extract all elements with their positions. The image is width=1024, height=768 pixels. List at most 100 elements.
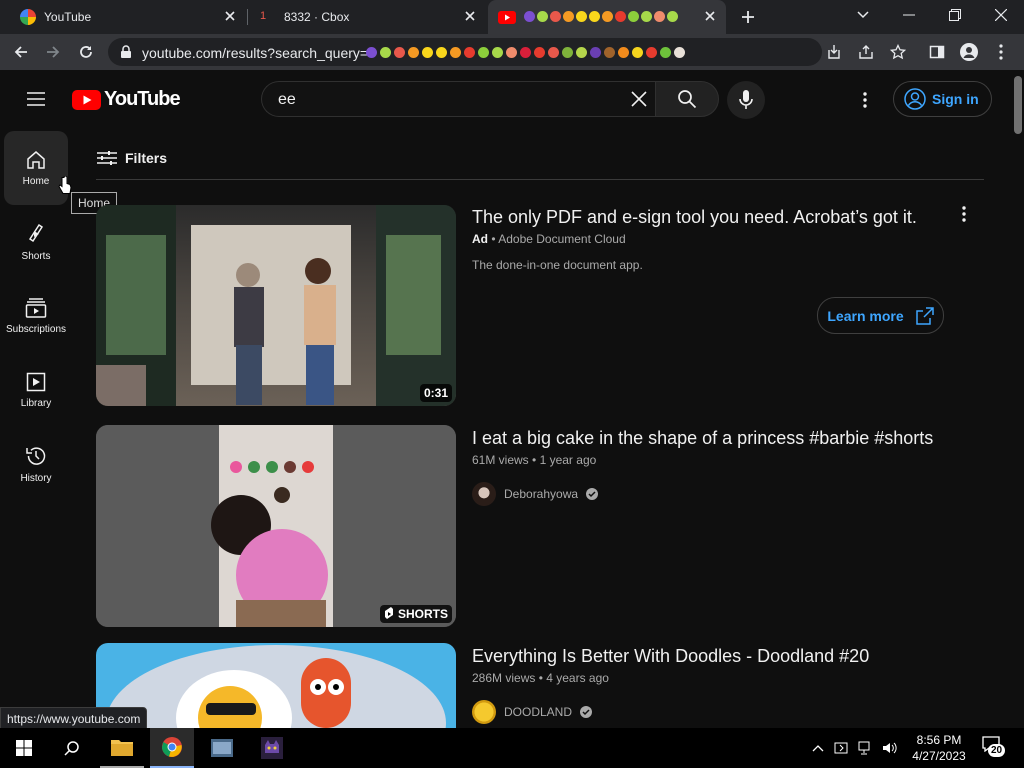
tab-youtube-results[interactable] (488, 0, 726, 34)
plus-icon (742, 11, 754, 23)
subscriptions-icon (25, 297, 47, 318)
shorts-icon (28, 223, 44, 242)
emoji-icon (464, 46, 475, 58)
close-window-button[interactable] (978, 0, 1024, 30)
profile-button[interactable] (954, 37, 984, 67)
youtube-logo[interactable]: YouTube (72, 88, 181, 111)
thumbnail-image (96, 425, 456, 627)
page-scrollbar[interactable] (1012, 70, 1024, 728)
learn-more-label: Learn more (827, 307, 904, 324)
bookmark-star-icon[interactable] (890, 44, 906, 60)
emoji-icon (604, 46, 615, 58)
ad-menu-button[interactable] (946, 203, 982, 225)
guide-item-history[interactable]: History (4, 427, 68, 501)
tab-title: 8332 · Cbox (284, 10, 350, 24)
filters-label: Filters (125, 150, 168, 166)
reload-button[interactable] (71, 37, 101, 67)
emoji-icon (628, 11, 639, 22)
microphone-icon (739, 90, 753, 109)
thumbnail-image (96, 205, 456, 406)
search-icon (64, 741, 79, 756)
home-icon (27, 150, 45, 169)
windows-taskbar: 8:56 PM 4/27/2023 20 (0, 728, 1024, 768)
shorts-badge-label: SHORTS (397, 607, 448, 621)
browser-menu-button[interactable] (986, 37, 1016, 67)
restore-button[interactable] (932, 0, 978, 30)
battery-saver-icon[interactable] (834, 741, 850, 755)
emoji-icon (654, 11, 665, 22)
ad-video-thumbnail[interactable]: 0:31 (96, 205, 456, 406)
emoji-icon (589, 11, 600, 22)
side-panel-button[interactable] (922, 37, 952, 67)
close-icon (995, 9, 1007, 21)
emoji-icon (506, 46, 517, 58)
channel-link[interactable]: Deborahyowa (472, 482, 599, 506)
voice-search-button[interactable] (727, 81, 765, 119)
share-icon[interactable] (858, 44, 874, 60)
advertiser-name[interactable]: Adobe Document Cloud (498, 232, 625, 246)
install-icon[interactable] (826, 44, 842, 60)
video-title[interactable]: I eat a big cake in the shape of a princ… (472, 428, 933, 449)
youtube-header: YouTube ee Sign in (0, 70, 1012, 126)
taskbar-video-app[interactable] (200, 728, 244, 768)
verified-check-icon (580, 706, 593, 718)
close-tab-icon[interactable] (462, 8, 478, 24)
channel-link[interactable]: DOODLAND (472, 700, 593, 724)
minimize-button[interactable] (886, 0, 932, 30)
history-icon (26, 446, 46, 465)
emoji-icon (646, 46, 657, 58)
ad-title[interactable]: The only PDF and e-sign tool you need. A… (472, 207, 917, 228)
folder-icon (111, 740, 133, 756)
emoji-icon (548, 46, 559, 58)
duration-badge: 0:31 (419, 384, 452, 402)
shorts-video-thumbnail[interactable]: SHORTS (96, 425, 456, 627)
close-tab-icon[interactable] (702, 8, 718, 24)
emoji-icon (524, 11, 535, 22)
close-tab-icon[interactable] (222, 8, 238, 24)
hamburger-menu-icon (27, 92, 45, 106)
start-button[interactable] (0, 728, 48, 768)
arrow-left-icon (14, 46, 27, 58)
clock-date: 4/27/2023 (912, 749, 966, 763)
sign-in-button[interactable]: Sign in (893, 81, 992, 117)
settings-menu-button[interactable] (853, 88, 877, 112)
emoji-icon (632, 46, 643, 58)
tab-youtube[interactable]: YouTube (8, 0, 246, 34)
emoji-icon (563, 11, 574, 22)
search-input[interactable]: ee (261, 81, 655, 117)
system-tray (812, 728, 898, 768)
filters-button[interactable]: Filters (97, 150, 167, 166)
doodland-video-thumbnail[interactable] (96, 643, 456, 728)
taskbar-nitw-app[interactable] (250, 728, 294, 768)
taskbar-file-explorer[interactable] (100, 728, 144, 768)
profile-icon (960, 43, 978, 61)
network-icon[interactable] (858, 741, 874, 755)
tab-search-button[interactable] (840, 0, 886, 30)
reload-icon (80, 46, 92, 58)
guide-item-library[interactable]: Library (4, 353, 68, 427)
tab-cbox[interactable]: 1 8332 · Cbox (248, 0, 486, 34)
chevron-down-icon (857, 11, 869, 19)
address-bar[interactable]: youtube.com/results?search_query= (108, 38, 906, 66)
new-tab-button[interactable] (734, 4, 762, 30)
taskbar-chrome[interactable] (150, 728, 194, 768)
clock[interactable]: 8:56 PM 4/27/2023 (908, 732, 970, 764)
back-button[interactable] (6, 37, 36, 67)
volume-icon[interactable] (882, 741, 898, 755)
scrollbar-thumb[interactable] (1014, 76, 1022, 134)
learn-more-button[interactable]: Learn more (817, 297, 944, 334)
search-button[interactable] (655, 81, 719, 117)
guide-menu-button[interactable] (18, 84, 54, 114)
video-title[interactable]: Everything Is Better With Doodles - Dood… (472, 646, 869, 667)
clear-search-icon[interactable] (630, 90, 648, 108)
shorts-badge: SHORTS (379, 605, 452, 623)
guide-item-subscriptions[interactable]: Subscriptions (4, 279, 68, 353)
guide-item-shorts[interactable]: Shorts (4, 205, 68, 279)
browser-tab-strip: YouTube 1 8332 · Cbox (0, 0, 1024, 34)
tab-emoji-strip (524, 11, 678, 22)
taskbar-search-button[interactable] (48, 728, 96, 768)
notification-center-button[interactable]: 20 (980, 734, 1012, 762)
chevron-up-icon[interactable] (812, 744, 824, 752)
upload-age: 1 year ago (539, 453, 597, 467)
forward-button[interactable] (38, 37, 68, 67)
